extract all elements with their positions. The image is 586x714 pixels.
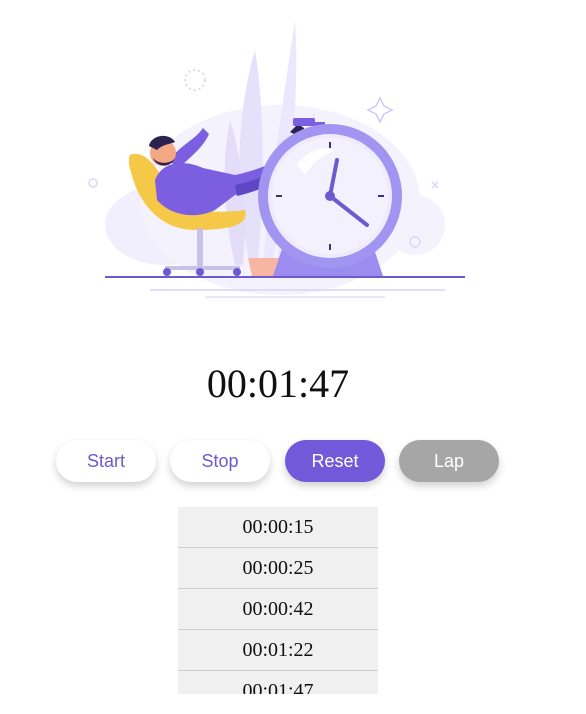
stopwatch-page: 00:01:47 Start Stop Reset Lap 00:00:15 0… bbox=[0, 0, 586, 714]
controls-bar: Start Stop Reset Lap bbox=[56, 440, 516, 482]
lap-item: 00:01:47 bbox=[178, 671, 378, 695]
lap-list[interactable]: 00:00:15 00:00:25 00:00:42 00:01:22 00:0… bbox=[178, 507, 378, 694]
timer-display: 00:01:47 bbox=[206, 361, 350, 406]
stop-button[interactable]: Stop bbox=[170, 440, 270, 482]
lap-item: 00:00:15 bbox=[178, 507, 378, 548]
lap-item: 00:01:22 bbox=[178, 630, 378, 671]
hero-illustration bbox=[85, 10, 485, 300]
start-button[interactable]: Start bbox=[56, 440, 156, 482]
reset-button[interactable]: Reset bbox=[285, 440, 385, 482]
lap-item: 00:00:25 bbox=[178, 548, 378, 589]
lap-item: 00:00:42 bbox=[178, 589, 378, 630]
lap-button[interactable]: Lap bbox=[399, 440, 499, 482]
relaxing-man-clock-icon bbox=[88, 20, 465, 298]
